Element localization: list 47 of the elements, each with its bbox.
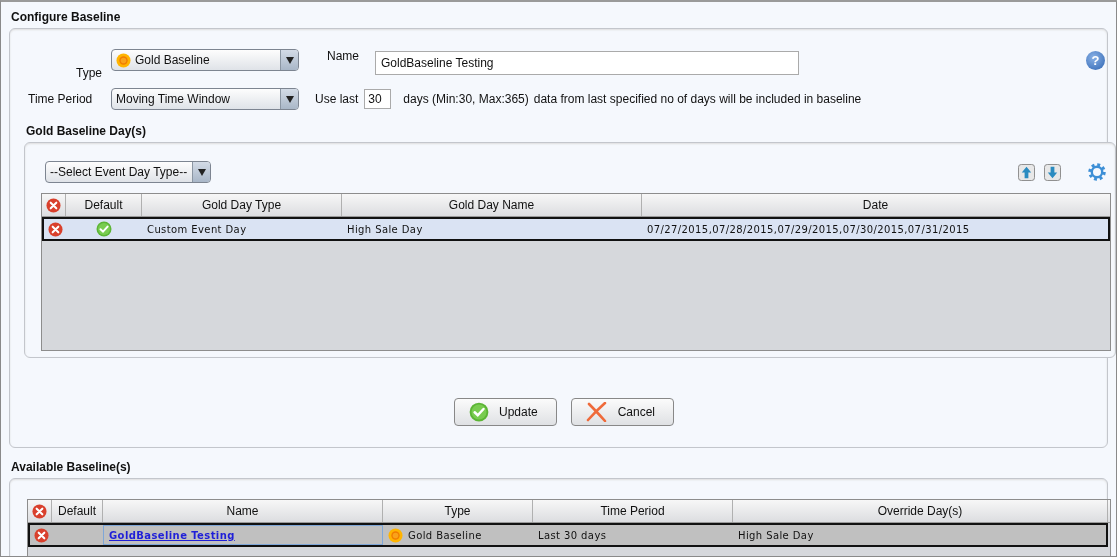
section-title: Gold Baseline Day(s) bbox=[25, 123, 148, 140]
delete-icon[interactable] bbox=[33, 527, 49, 543]
table-row[interactable]: Custom Event Day High Sale Day 07/27/2015,07/28/2015,07/29/2015,07/30/2015,07/31/2015 bbox=[42, 217, 1110, 241]
days-note: data from last specified no of days will be included in baseline bbox=[533, 92, 862, 106]
up-arrow-icon[interactable] bbox=[1018, 163, 1035, 181]
sun-icon bbox=[388, 527, 403, 543]
check-icon bbox=[468, 402, 489, 422]
column-header[interactable]: Date bbox=[642, 194, 1109, 216]
update-button[interactable]: Update bbox=[453, 398, 557, 426]
field-label: Type bbox=[76, 66, 103, 80]
caret-icon bbox=[285, 95, 294, 103]
delete-icon[interactable] bbox=[46, 197, 61, 213]
column-header[interactable]: Default bbox=[52, 500, 103, 522]
caret-icon bbox=[197, 168, 206, 176]
field-label: Name bbox=[327, 49, 360, 63]
field-label: Time Period bbox=[28, 92, 94, 106]
cancel-button[interactable]: Cancel bbox=[570, 398, 675, 426]
table-cell-text: High Sale Day bbox=[346, 222, 424, 237]
column-header[interactable]: Default bbox=[66, 194, 142, 216]
table-cell: Gold Baseline bbox=[383, 525, 533, 545]
delete-icon[interactable] bbox=[32, 503, 47, 519]
table-cell-text: Last 30 days bbox=[537, 528, 608, 543]
delete-icon[interactable] bbox=[47, 221, 63, 237]
column-header[interactable]: Gold Day Type bbox=[142, 194, 342, 216]
event-type-dropdown[interactable]: --Select Event Day Type-- bbox=[45, 161, 211, 183]
section-title: Configure Baseline bbox=[10, 9, 122, 26]
column-header[interactable]: Type bbox=[383, 500, 533, 522]
column-header[interactable]: Gold Day Name bbox=[342, 194, 642, 216]
table-row[interactable]: GoldBaseline Testing Gold Baseline Last 30 days High Sale Day bbox=[28, 523, 1108, 547]
settings-icon[interactable] bbox=[1087, 162, 1107, 182]
table-cell-text: 07/27/2015,07/28/2015,07/29/2015,07/30/2015,07/31/2015 bbox=[646, 222, 971, 237]
cross-icon bbox=[585, 402, 608, 422]
caret-icon bbox=[285, 56, 294, 64]
field-label: Use last bbox=[315, 92, 359, 106]
table-cell-text: High Sale Day bbox=[737, 528, 815, 543]
sun-icon bbox=[116, 52, 131, 68]
column-header[interactable]: Name bbox=[103, 500, 383, 522]
column-header[interactable]: Time Period bbox=[533, 500, 733, 522]
table-cell-text: Custom Event Day bbox=[146, 222, 248, 237]
column-header[interactable]: Override Day(s) bbox=[733, 500, 1108, 522]
section-title: Available Baseline(s) bbox=[10, 459, 132, 476]
type-dropdown[interactable]: Gold Baseline bbox=[111, 49, 299, 71]
days-range-hint: days (Min:30, Max:365) bbox=[403, 92, 529, 106]
time-period-dropdown[interactable]: Moving Time Window bbox=[111, 88, 299, 110]
name-field[interactable]: GoldBaseline Testing bbox=[375, 51, 799, 75]
down-arrow-icon[interactable] bbox=[1044, 163, 1061, 181]
days-field[interactable]: 30 bbox=[364, 89, 392, 109]
